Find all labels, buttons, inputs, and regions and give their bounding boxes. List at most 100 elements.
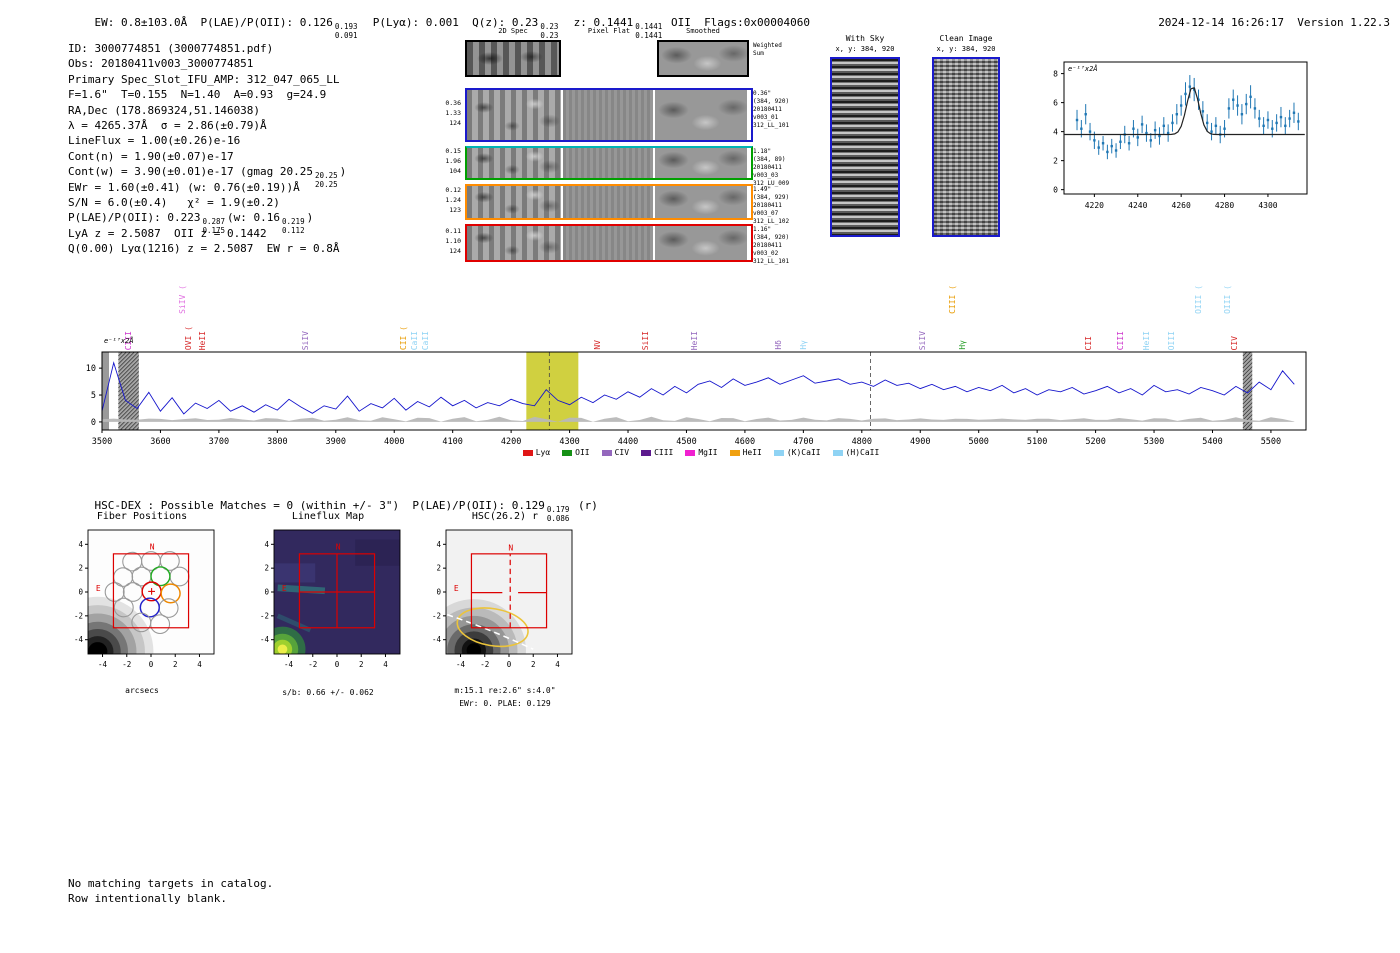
spectrum-xtick: 4200 [501, 437, 521, 447]
legend-label: CIII [654, 448, 674, 457]
zoom-point [1188, 85, 1192, 88]
mini-ytick: 2 [264, 564, 269, 573]
cutout-left-label: 124 [449, 246, 461, 255]
hsc-caption-2: EWr: 0. PLAE: 0.129 [459, 699, 551, 708]
cutout-right-label: 312_LL_101 [753, 258, 790, 266]
cutout-right-label: Weighted [753, 42, 782, 49]
legend-item: (K)CaII [773, 448, 821, 457]
cutout-left-label: 1.33 [445, 108, 461, 117]
zoom-xtick: 4280 [1215, 201, 1234, 210]
zoom-point [1262, 124, 1265, 128]
cutout-right-label: 20180411 [753, 202, 782, 210]
legend-item: MgII [685, 448, 718, 457]
source-blob [466, 643, 482, 654]
clean-image-coords: x, y: 384, 920 [936, 45, 996, 53]
col-header-2d-spec: 2D Spec [498, 27, 528, 35]
cutout-cell [563, 148, 655, 178]
mini-xtick: 0 [507, 660, 512, 669]
info-cont-w: Cont(w) = 3.90(±0.01)e-17 (gmag 20.25 20.… [68, 165, 347, 189]
info-lambda-sigma: λ = 4265.37Å σ = 2.86(±0.79)Å [68, 118, 267, 132]
zoom-point [1075, 118, 1079, 122]
legend-item: OII [562, 448, 590, 457]
legend-swatch [562, 449, 573, 456]
cutout-right-labels: 1.49" (384, 929) 20180411 v003_07 312_LL_102 [753, 186, 807, 226]
zoom-point [1153, 128, 1157, 132]
mini-ytick: -4 [432, 635, 442, 644]
zoom-point [1127, 142, 1131, 145]
cutout-left-label: 1.96 [445, 156, 461, 165]
zoom-point [1136, 136, 1139, 139]
legend-item: CIII [641, 448, 673, 457]
spectrum-xtick: 3900 [326, 437, 346, 447]
cutout-left-label: 1.24 [445, 195, 461, 204]
zoom-point [1201, 110, 1205, 113]
cutout-grid: Weighted Sum 0.36 1.33 124 0.36" (384, 920) 201… [421, 40, 811, 270]
mini-ytick: -4 [260, 635, 270, 644]
legend-label: HeII [742, 448, 762, 457]
lineflux-map-plot: -4 -4 -2 -2 0 0 2 2 4 4 N E [260, 529, 401, 669]
plae-w-fraction: 0.219 0.112 [282, 217, 305, 235]
cutout-right-label: v003_07 [753, 210, 779, 218]
info-plae-poii: P(LAE)/P(OII): 0.223 0.287 0.175 (w: 0.16 0.… [68, 211, 314, 235]
zoom-point [1279, 115, 1283, 119]
mini-xtick: 4 [555, 660, 560, 669]
mini-xtick: -2 [480, 660, 489, 669]
clean-image-title: Clean Image [939, 34, 993, 43]
cutout-left-labels: 0.11 1.10 124 [421, 227, 461, 256]
emission-line-label: SiIV ( [177, 285, 187, 314]
cutout-right-label: 20180411 [753, 106, 782, 114]
cutout-cell [655, 226, 747, 260]
mini-ytick: -4 [74, 635, 84, 644]
cutout-right-label: 0.36" [753, 90, 772, 97]
mini-ytick: -2 [260, 611, 269, 620]
cutout-right-label: 1.49" [753, 186, 772, 193]
info-panel: ID: 3000774851 (3000774851.pdf) Obs: 201… [68, 42, 346, 257]
cutout-left-label: 0.15 [445, 147, 461, 155]
zoom-point [1205, 121, 1209, 125]
mini-xtick: 0 [335, 660, 340, 669]
spectrum-xtick: 3500 [92, 437, 112, 447]
spectrum-ytick: 0 [91, 418, 96, 428]
spectrum-xtick: 3800 [267, 437, 287, 447]
zoom-point [1214, 124, 1218, 128]
zoom-point [1210, 130, 1213, 133]
legend-item: HeII [729, 448, 762, 457]
cutout-right-label: 1.16" [753, 226, 772, 233]
mini-ytick: 4 [78, 540, 83, 549]
legend-swatch [729, 449, 740, 456]
zoom-point [1097, 146, 1100, 149]
spectrum-xtick: 4700 [793, 437, 813, 447]
mini-ytick: 2 [436, 564, 441, 573]
north-label: N [508, 543, 513, 552]
with-sky-panel [830, 57, 900, 237]
hsc-thumbnail-plot: -4 -4 -2 -2 0 0 2 2 4 4 N E [432, 529, 573, 669]
spectrum-xtick: 5100 [1027, 437, 1047, 447]
zoom-point [1240, 113, 1244, 116]
zoom-point [1080, 127, 1083, 130]
cutout-right-label: (384, 920) [753, 234, 790, 242]
zoom-ytick: 8 [1053, 70, 1058, 79]
cutout-cell [563, 90, 655, 140]
zoom-point [1106, 150, 1109, 154]
mini-xtick: 2 [173, 660, 178, 669]
cutout-image-box [465, 40, 561, 77]
zoom-point [1249, 95, 1252, 99]
cutout-left-label: 0.12 [445, 186, 461, 194]
info-q-lya: Q(0.00) Lyα(1216) z = 2.5087 EW r = 0.8Å [68, 242, 340, 256]
spectrum-xtick: 4600 [735, 437, 755, 447]
legend-swatch [601, 449, 612, 456]
cutout-image-box [657, 40, 749, 77]
cutout-right-label: Sum [753, 50, 764, 58]
cutout-right-label: 1.18" [753, 148, 772, 155]
legend-label: (H)CaII [845, 448, 880, 457]
clean-image-panel [932, 57, 1000, 237]
info-sn-chi2: S/N = 6.0(±0.4) χ² = 1.9(±0.2) [68, 195, 280, 209]
cutout-left-labels: 0.36 1.33 124 [421, 99, 461, 128]
cutout-right-label: (384, 920) [753, 98, 790, 106]
zoom-point [1245, 102, 1248, 106]
zoom-point [1110, 144, 1113, 148]
cutout-left-label: 123 [449, 205, 461, 214]
zoom-point [1236, 104, 1239, 107]
zoom-unit-label: e⁻¹⁷x2Å [1068, 64, 1098, 73]
source-blob [88, 642, 108, 654]
